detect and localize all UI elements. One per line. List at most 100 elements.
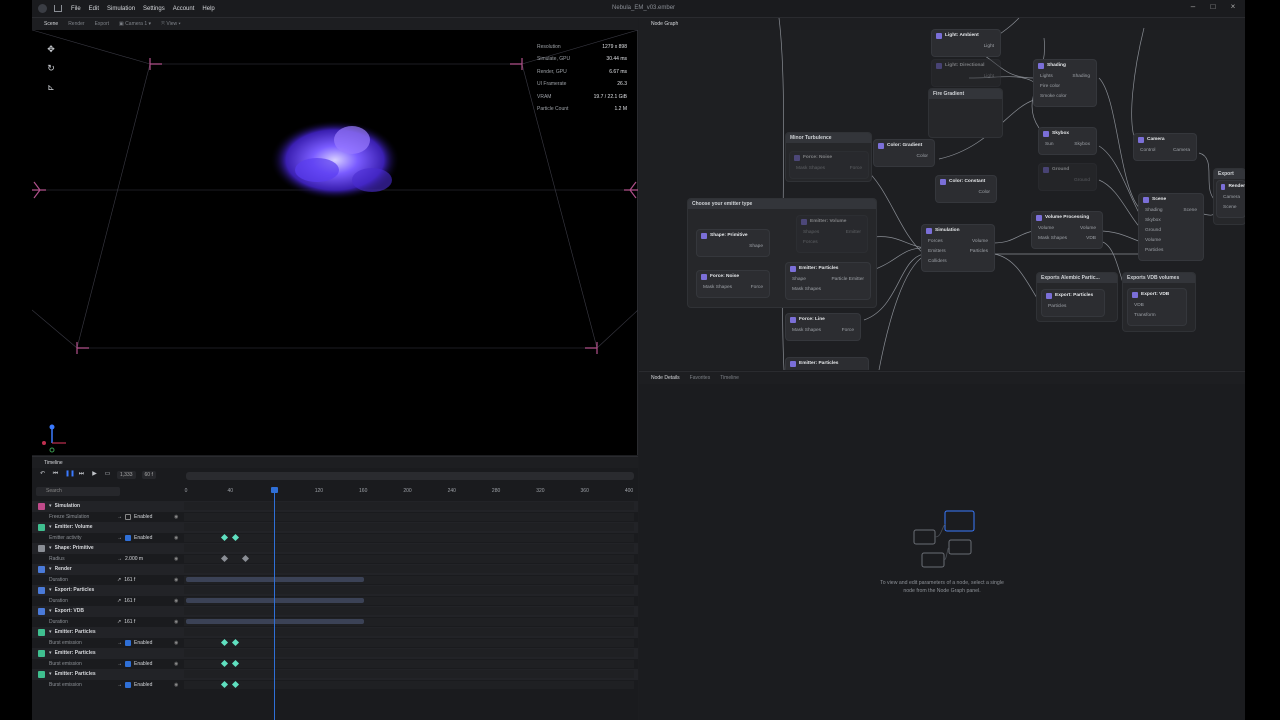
track-value[interactable]: → Enabled <box>117 534 152 541</box>
node-port[interactable]: Mask Shapes Force <box>697 282 769 292</box>
node-camera[interactable]: Camera Control Camera <box>1134 134 1196 160</box>
timeline-search-input[interactable]: Search <box>36 487 120 496</box>
node-port[interactable]: Scene <box>1217 202 1245 212</box>
frame-ruler[interactable]: 04080120160200240280320360400 <box>182 488 634 497</box>
tab-scene[interactable]: Scene <box>44 21 58 27</box>
keyframe-lane[interactable] <box>184 628 634 637</box>
enabled-checkbox[interactable] <box>125 681 131 688</box>
node-port[interactable]: Volume <box>1139 235 1203 245</box>
node-shape-primitive[interactable]: Shape: Primitive Shape <box>697 230 769 256</box>
menu-help[interactable]: Help <box>202 6 214 12</box>
keyframe-lane[interactable] <box>184 575 634 584</box>
keyframe-lane[interactable] <box>184 512 634 521</box>
node-port[interactable]: Emitters Particles <box>922 246 994 256</box>
node-export-vdb[interactable]: Export: VDB VDB Transform <box>1128 289 1186 325</box>
keyframe-lane[interactable] <box>184 544 634 553</box>
tab-timeline[interactable]: Timeline <box>720 375 739 381</box>
keyframe[interactable] <box>231 660 239 668</box>
chevron-down-icon[interactable]: ▾ <box>49 545 52 551</box>
undo-icon[interactable]: ↶ <box>39 471 46 478</box>
node-port[interactable]: Sun Skybox <box>1039 139 1096 149</box>
menu-settings[interactable]: Settings <box>143 6 165 12</box>
node-port[interactable]: Mask Shapes Force <box>790 163 868 173</box>
node-port[interactable]: Ground <box>1139 225 1203 235</box>
timeline-group-row[interactable]: ▾ Simulation <box>32 501 638 512</box>
node-color-constant[interactable]: Color: Constant Color <box>936 176 996 202</box>
node-emitter-volume[interactable]: Emitter: Volume Shapes Emitter Forces <box>797 216 867 252</box>
duration-bar[interactable] <box>186 619 364 625</box>
view-menu[interactable]: ⤧ View ▾ <box>161 21 181 27</box>
duration-bar[interactable] <box>186 598 364 604</box>
chevron-down-icon[interactable]: ▾ <box>49 503 52 509</box>
monitor-icon[interactable]: ▭ <box>104 471 111 478</box>
keyframe-lane[interactable] <box>184 680 634 689</box>
menu-simulation[interactable]: Simulation <box>107 6 135 12</box>
keyframe[interactable] <box>231 534 239 542</box>
node-light-directional[interactable]: Light: Directional Light <box>932 60 1000 86</box>
rotate-icon[interactable]: ↻ <box>46 63 56 73</box>
track-value[interactable]: → Enabled <box>117 513 152 520</box>
node-volume-processing[interactable]: Volume Processing Volume Volume Mask Shap… <box>1032 212 1102 248</box>
keyframe-lane[interactable] <box>184 670 634 679</box>
eye-icon[interactable]: ◉ <box>174 640 178 646</box>
node-port[interactable]: Color <box>936 187 996 197</box>
keyframe[interactable] <box>231 681 239 689</box>
node-emitter-particles-2[interactable]: Emitter: Particles <box>786 358 868 370</box>
node-graph-panel[interactable]: Node Graph Minor Turbulence Choose your … <box>639 18 1245 370</box>
node-port[interactable]: Shape <box>697 241 769 251</box>
play-icon[interactable]: ▶ <box>91 471 98 478</box>
tab-favorites[interactable]: Favorites <box>690 375 711 381</box>
timeline-property-row[interactable]: Emitter activity → Enabled ◉ <box>32 533 638 544</box>
keyframe-lane[interactable] <box>184 638 634 647</box>
pause-icon[interactable]: ❚❚ <box>65 471 75 478</box>
chevron-down-icon[interactable]: ▾ <box>49 587 52 593</box>
home-icon[interactable] <box>54 5 62 12</box>
node-export-particles[interactable]: Export: Particles Particles <box>1042 290 1104 316</box>
timeline-property-row[interactable]: Freeze Simulation → Enabled ◉ <box>32 512 638 523</box>
tab-node-details[interactable]: Node Details <box>651 375 680 381</box>
chevron-down-icon[interactable]: ▾ <box>49 629 52 635</box>
enabled-checkbox[interactable] <box>125 639 131 646</box>
keyframe-lane[interactable] <box>184 523 634 532</box>
node-color-gradient[interactable]: Color: Gradient Color <box>874 140 934 166</box>
node-port[interactable]: Forces <box>797 237 867 247</box>
keyframe-lane[interactable] <box>184 607 634 616</box>
timeline-group-row[interactable]: ▾ Shape: Primitive <box>32 543 638 554</box>
node-force-line[interactable]: Force: Line Mask Shapes Force <box>786 314 860 340</box>
chevron-down-icon[interactable]: ▾ <box>49 524 52 530</box>
node-port[interactable]: Shading Scene <box>1139 205 1203 215</box>
node-port[interactable]: Mask Shapes VDB <box>1032 233 1102 243</box>
node-shading[interactable]: Shading Lights Shading Fire color Smoke c… <box>1034 60 1096 106</box>
node-port[interactable]: Lights Shading <box>1034 71 1096 81</box>
step-back-icon[interactable]: ⏮ <box>52 471 59 478</box>
timeline-property-row[interactable]: Burst emission → Enabled ◉ <box>32 659 638 670</box>
timeline-group-row[interactable]: ▾ Emitter: Particles <box>32 669 638 680</box>
keyframe-lane[interactable] <box>184 596 634 605</box>
track-value[interactable]: ↗ 161 f <box>117 619 135 625</box>
timeline-group-row[interactable]: ▾ Export: Particles <box>32 585 638 596</box>
eye-icon[interactable]: ◉ <box>174 577 178 583</box>
timeline-scrubber[interactable] <box>186 472 634 480</box>
node-port[interactable]: Particles <box>1139 245 1203 255</box>
close-icon[interactable]: × <box>1229 3 1237 11</box>
node-port[interactable]: Control Camera <box>1134 145 1196 155</box>
group-fire-gradient[interactable]: Fire Gradient <box>929 89 1002 137</box>
keyframe[interactable] <box>220 639 228 647</box>
keyframe[interactable] <box>220 534 228 542</box>
node-port[interactable]: Mask Shapes Force <box>786 325 860 335</box>
timeline-property-row[interactable]: Duration ↗ 161 f ◉ <box>32 617 638 628</box>
tab-render[interactable]: Render <box>68 21 84 27</box>
tab-export[interactable]: Export <box>95 21 109 27</box>
step-forward-icon[interactable]: ⏭ <box>78 471 85 478</box>
node-port[interactable]: Fire color <box>1034 81 1096 91</box>
timeline-property-row[interactable]: Burst emission → Enabled ◉ <box>32 638 638 649</box>
node-port[interactable]: Shape Particle Emitter <box>786 274 870 284</box>
node-port[interactable]: Smoke color <box>1034 91 1096 101</box>
timeline-group-row[interactable]: ▾ Emitter: Particles <box>32 648 638 659</box>
eye-icon[interactable]: ◉ <box>174 514 178 520</box>
playhead[interactable] <box>271 487 278 720</box>
enabled-checkbox[interactable] <box>125 660 131 667</box>
minimize-icon[interactable]: – <box>1189 3 1197 11</box>
timeline-group-row[interactable]: ▾ Emitter: Particles <box>32 627 638 638</box>
node-force-noise-turbulence[interactable]: Force: Noise Mask Shapes Force <box>790 152 868 178</box>
